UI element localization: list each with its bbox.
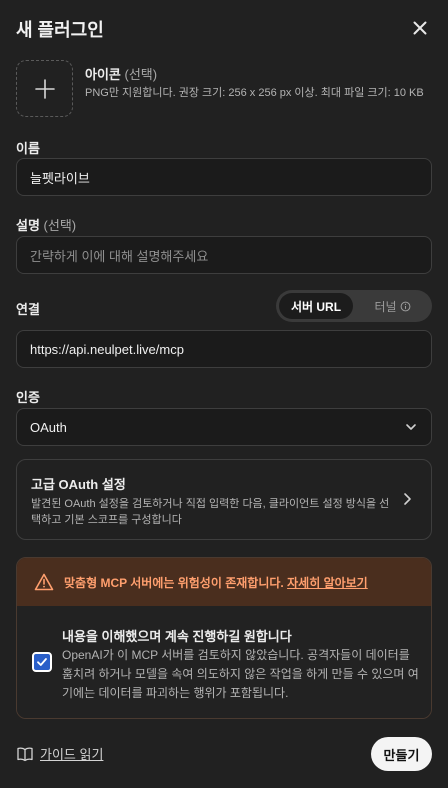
create-button[interactable]: 만들기 (371, 737, 432, 771)
read-guide-link[interactable]: 가이드 읽기 (16, 744, 103, 763)
description-placeholder: 간략하게 이에 대해 설명해주세요 (30, 248, 209, 264)
advanced-oauth-settings[interactable]: 고급 OAuth 설정 발견된 OAuth 설정을 검토하거나 직접 입력한 다… (16, 459, 432, 540)
learn-more-link[interactable]: 자세히 알아보기 (287, 576, 368, 590)
mode-tunnel[interactable]: 터널 (356, 293, 429, 319)
close-button[interactable] (408, 16, 432, 40)
icon-label: 아이콘 (선택) (85, 67, 158, 82)
info-icon (400, 301, 410, 311)
risk-warning-panel: 맞춤형 MCP 서버에는 위험성이 존재합니다. 자세히 알아보기 내용을 이해… (16, 557, 432, 719)
new-plugin-dialog: 새 플러그인 아이콘 (선택) PNG만 지원합니다. 권장 크기: 256 x… (0, 0, 448, 788)
chevron-right-icon (404, 493, 411, 505)
auth-selected-value: OAuth (30, 419, 67, 435)
auth-label: 인증 (16, 390, 40, 405)
auth-select[interactable]: OAuth (16, 408, 432, 446)
read-guide-label: 가이드 읽기 (40, 747, 104, 762)
description-label: 설명 (선택) (16, 218, 77, 233)
optional-tag: (선택) (43, 218, 77, 233)
connection-mode-toggle: 서버 URL 터널 (276, 290, 432, 322)
acknowledge-description: OpenAI가 이 MCP 서버를 검토하지 않았습니다. 공격자들이 데이터를… (62, 648, 419, 700)
advanced-title: 고급 OAuth 설정 (31, 477, 126, 492)
book-icon (17, 746, 33, 761)
chevron-down-icon (406, 424, 416, 430)
connection-label: 연결 (16, 302, 40, 317)
name-input[interactable]: 늘펫라이브 (16, 158, 432, 196)
check-icon (37, 658, 47, 666)
acknowledge-section: 내용을 이해했으며 계속 진행하길 원합니다 OpenAI가 이 MCP 서버를… (17, 606, 431, 718)
description-input[interactable]: 간략하게 이에 대해 설명해주세요 (16, 236, 432, 274)
server-url-input[interactable]: https://api.neulpet.live/mcp (16, 330, 432, 368)
mode-tunnel-label: 터널 (374, 299, 397, 314)
risk-warning-text: 맞춤형 MCP 서버에는 위험성이 존재합니다. (64, 575, 284, 590)
name-label: 이름 (16, 141, 40, 156)
optional-tag: (선택) (124, 67, 158, 82)
acknowledge-checkbox[interactable] (32, 652, 52, 672)
name-input-value: 늘펫라이브 (30, 170, 90, 186)
dialog-title: 새 플러그인 (16, 20, 104, 40)
mode-server-url[interactable]: 서버 URL (279, 293, 353, 319)
advanced-description: 발견된 OAuth 설정을 검토하거나 직접 입력한 다음, 클라이언트 설정 … (31, 498, 390, 526)
risk-warning-banner: 맞춤형 MCP 서버에는 위험성이 존재합니다. 자세히 알아보기 (17, 558, 431, 606)
warning-icon (34, 573, 54, 591)
icon-upload-button[interactable] (16, 60, 73, 117)
plus-icon (34, 78, 55, 99)
close-icon[interactable] (408, 16, 432, 40)
server-url-value: https://api.neulpet.live/mcp (30, 341, 184, 357)
icon-description: PNG만 지원합니다. 권장 크기: 256 x 256 px 이상. 최대 파… (85, 87, 424, 99)
acknowledge-title: 내용을 이해했으며 계속 진행하길 원합니다 (62, 629, 292, 644)
